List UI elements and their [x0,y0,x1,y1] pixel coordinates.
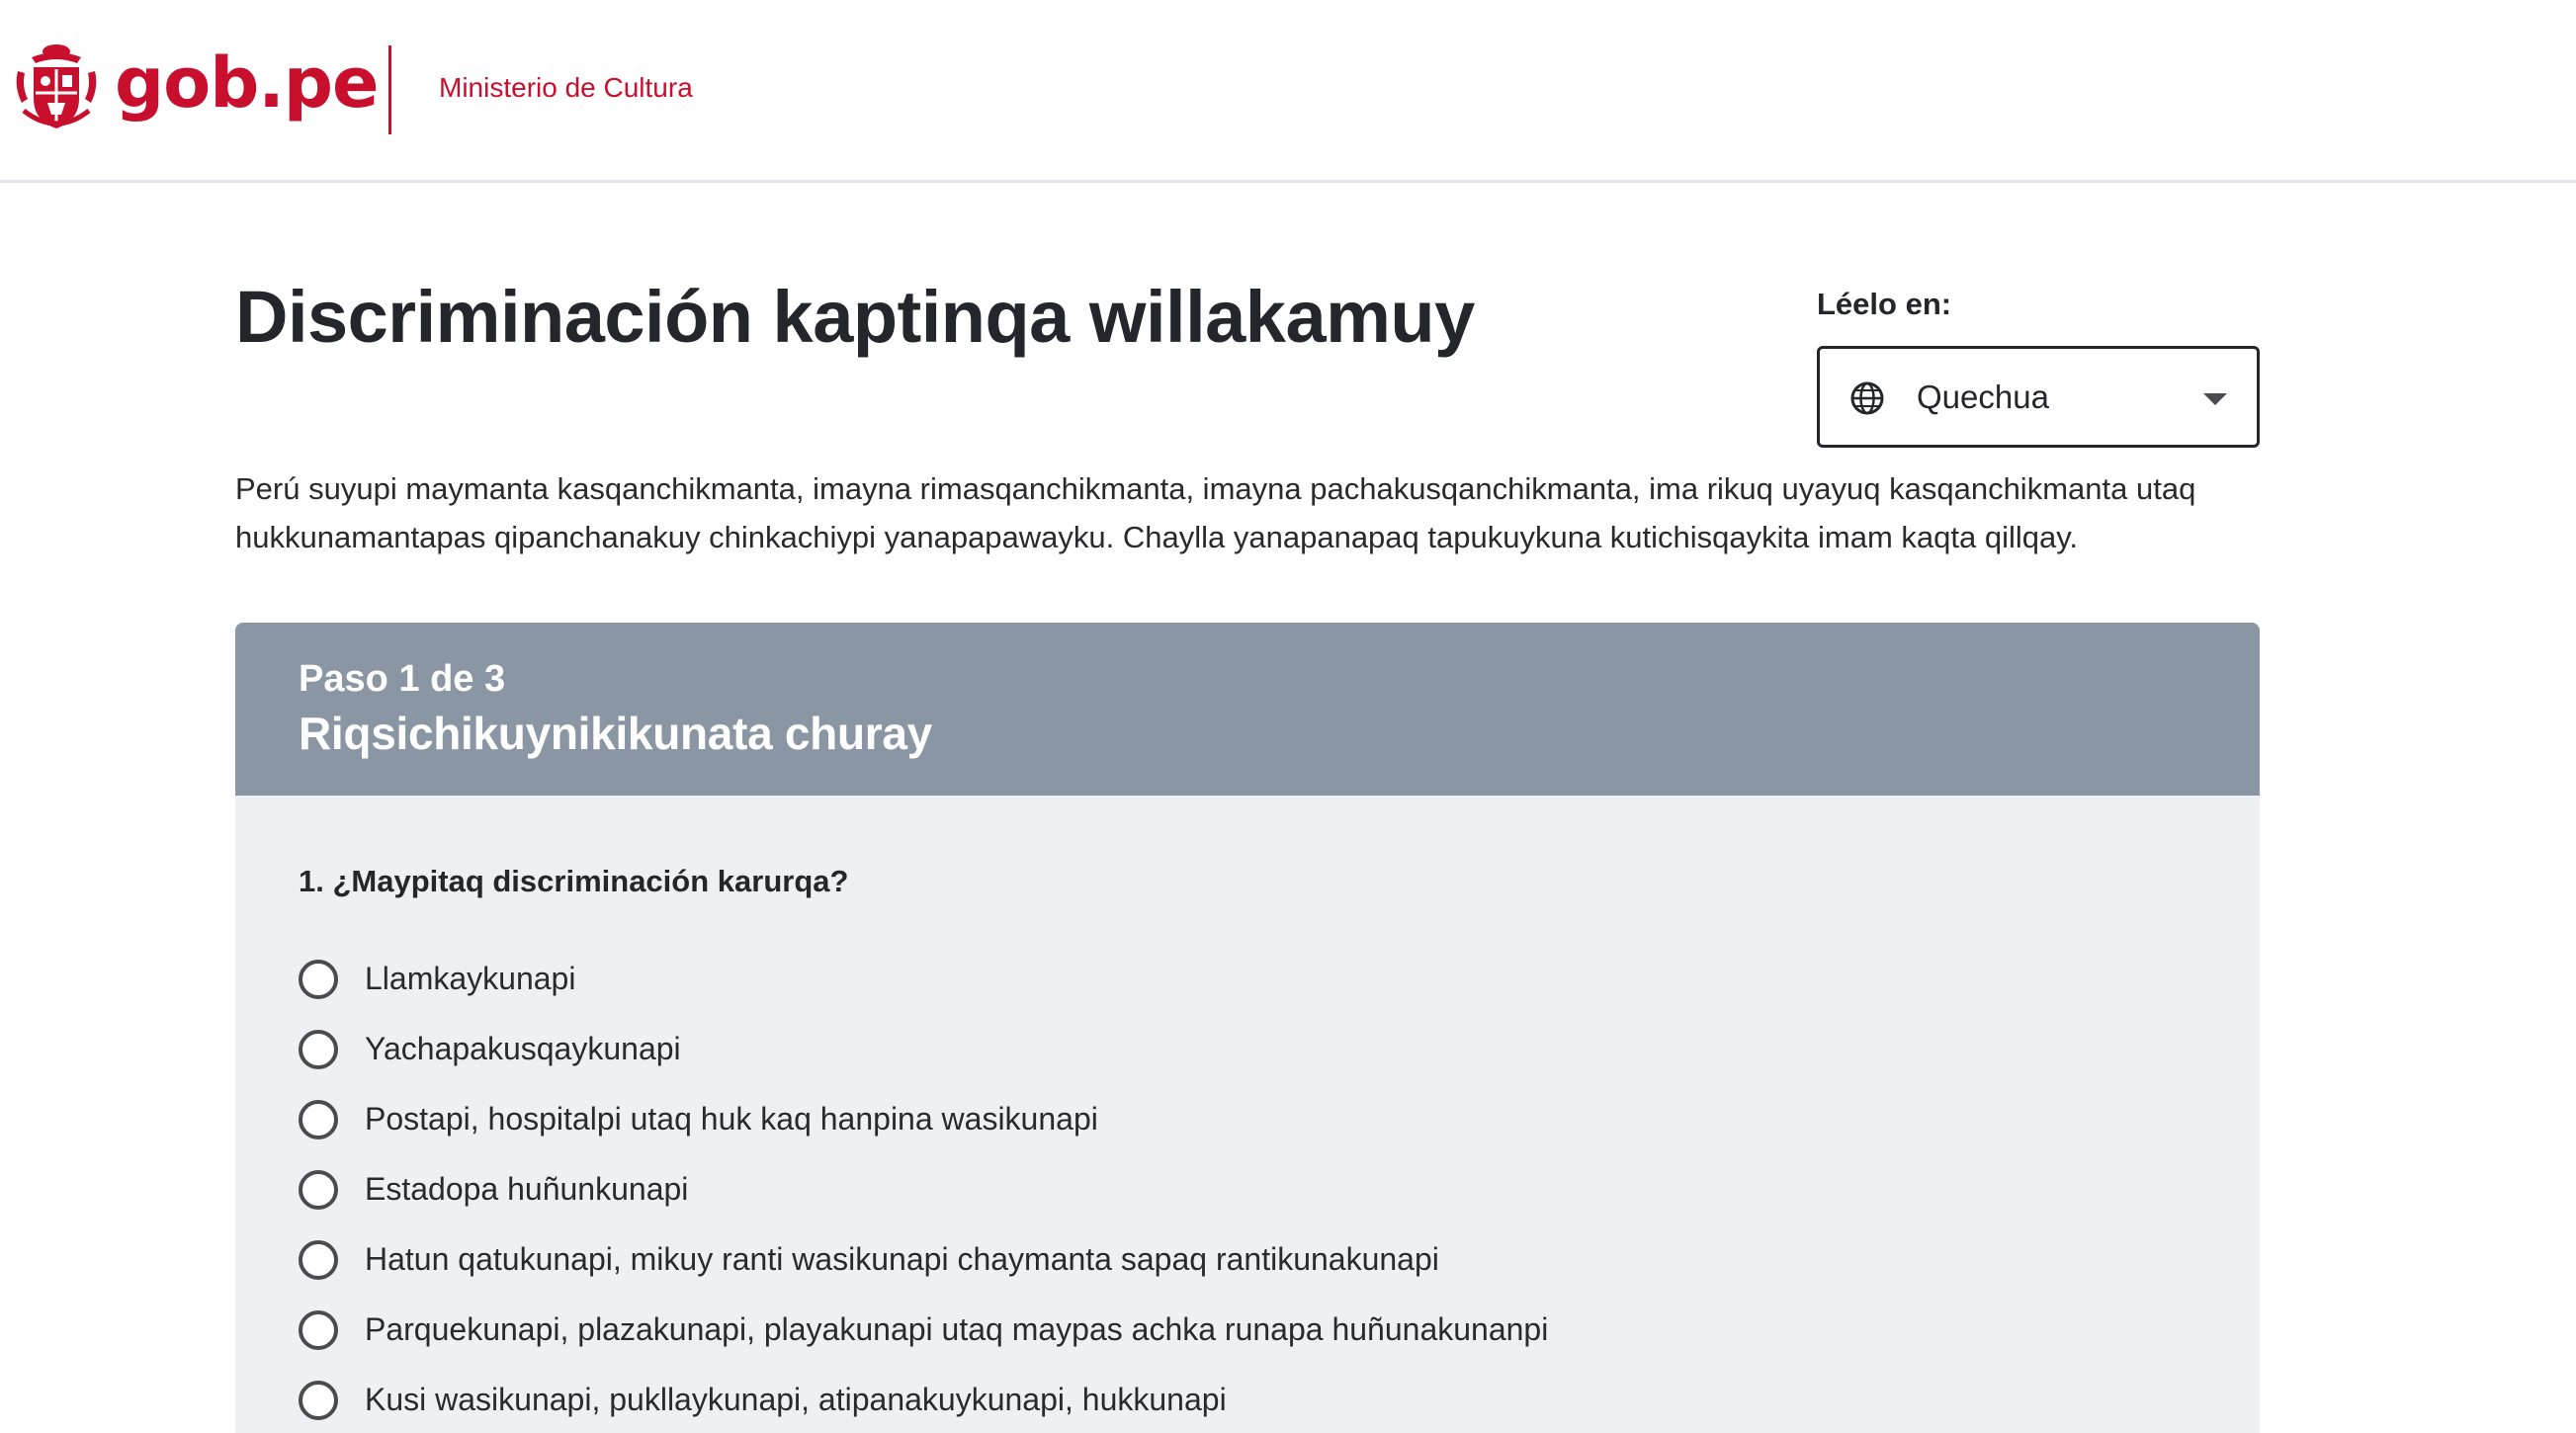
radio-option[interactable]: Yachapakusqaykunapi [299,1014,1548,1084]
radio-option-label[interactable]: Hatun qatukunapi, mikuy ranti wasikunapi… [365,1241,1439,1278]
language-selected-value: Quechua [1917,379,2049,415]
question-label: 1. ¿Maypitaq discriminación karurqa? [299,864,849,898]
radio-button[interactable] [299,1309,338,1350]
page-title: Discriminación kaptinqa willakamuy [235,276,1475,358]
language-select[interactable]: Quechua [1817,346,2260,448]
radio-option[interactable]: Parquekunapi, plazakunapi, playakunapi u… [299,1295,1548,1365]
header-divider [388,45,391,134]
step-title: Riqsichikuynikikunata churay [299,708,932,759]
radio-option-label[interactable]: Parquekunapi, plazakunapi, playakunapi u… [365,1311,1548,1348]
radio-button[interactable] [299,1380,338,1420]
chevron-down-icon [2203,393,2227,405]
ministry-name[interactable]: Ministerio de Cultura [439,72,693,104]
radio-option[interactable]: Estadopa huñunkunapi [299,1154,1548,1224]
radio-option[interactable]: Llamkaykunapi [299,944,1548,1014]
radio-option[interactable]: Postapi, hospitalpi utaq huk kaq hanpina… [299,1084,1548,1154]
radio-button[interactable] [299,1029,338,1069]
globe-icon [1850,381,1884,415]
location-options: Llamkaykunapi Yachapakusqaykunapi Postap… [299,944,1548,1433]
radio-option-label[interactable]: Kusi wasikunapi, pukllaykunapi, atipanak… [365,1382,1227,1418]
radio-button[interactable] [299,1099,338,1139]
step-counter: Paso 1 de 3 [299,658,506,700]
intro-text: Perú suyupi maymanta kasqanchikmanta, im… [235,471,2196,554]
site-header: gob.pe Ministerio de Cultura [0,0,2576,183]
radio-option-label[interactable]: Postapi, hospitalpi utaq huk kaq hanpina… [365,1101,1098,1138]
radio-button[interactable] [299,1239,338,1280]
radio-button[interactable] [299,959,338,999]
radio-button[interactable] [299,1169,338,1210]
step-card: Paso 1 de 3 Riqsichikuynikikunata churay… [235,623,2260,1433]
radio-option[interactable]: Hatun qatukunapi, mikuy ranti wasikunapi… [299,1224,1548,1295]
peru-coat-of-arms-icon [16,44,97,128]
language-label: Léelo en: [1817,287,1952,321]
logo-text: gob.pe [115,42,379,124]
step-header: Paso 1 de 3 Riqsichikuynikikunata churay [235,623,2260,796]
radio-option-label[interactable]: Yachapakusqaykunapi [365,1031,681,1067]
gob-pe-logo[interactable]: gob.pe [12,42,379,132]
radio-option-label[interactable]: Llamkaykunapi [365,961,575,997]
radio-option-label[interactable]: Estadopa huñunkunapi [365,1171,688,1208]
